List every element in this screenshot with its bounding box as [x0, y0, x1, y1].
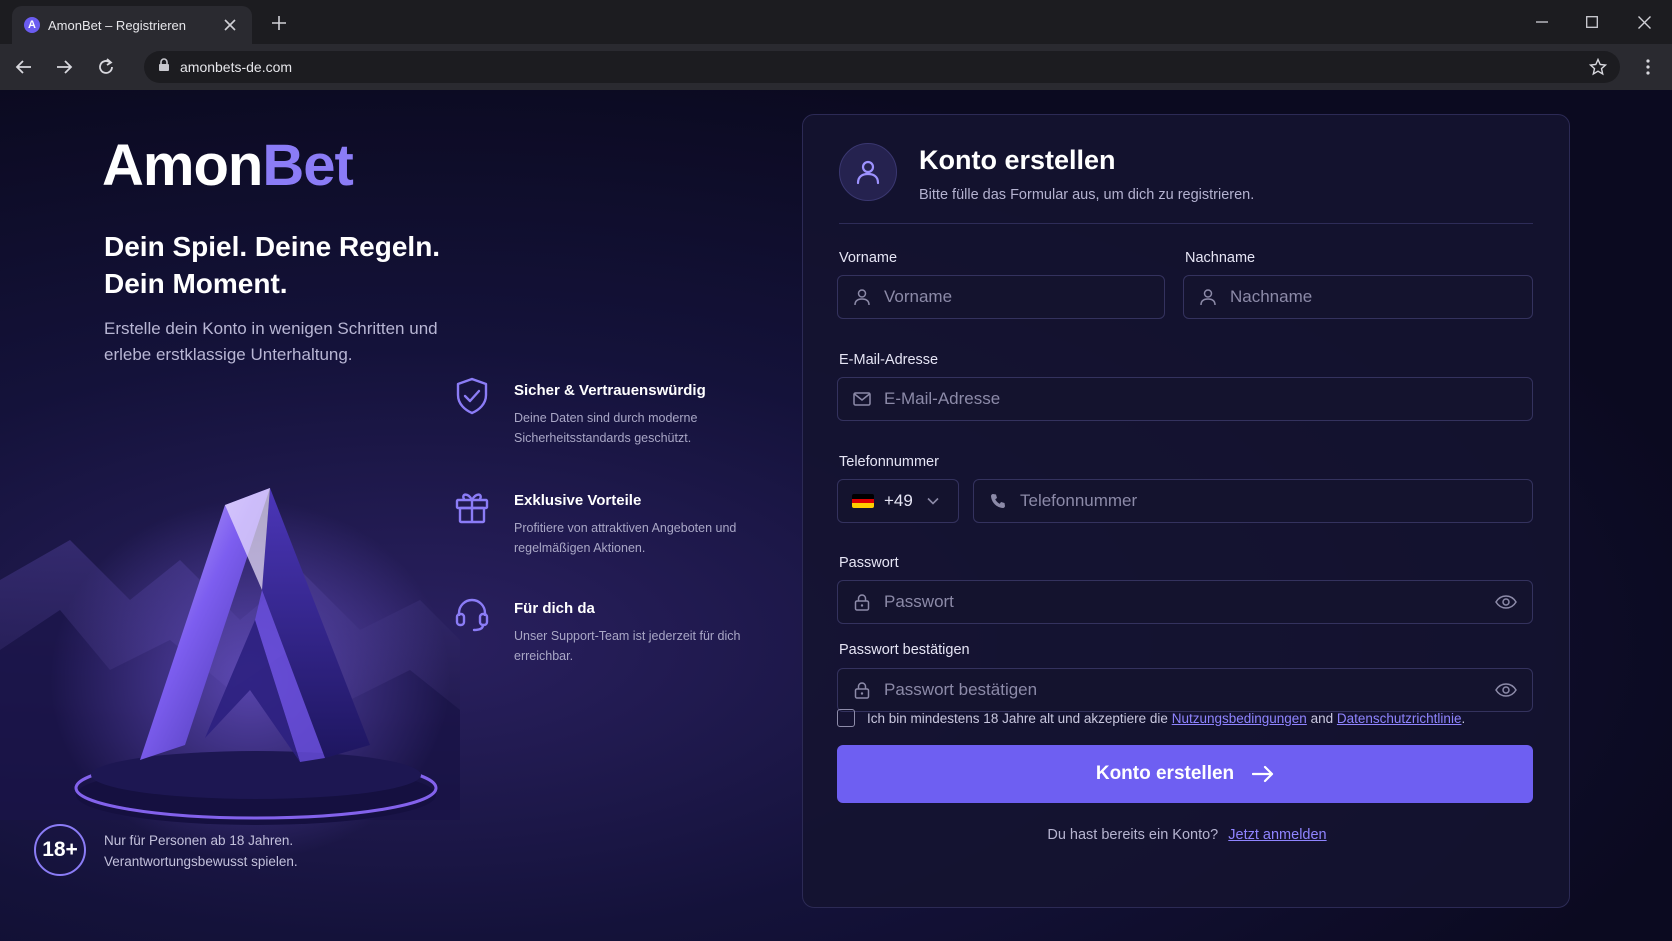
- create-account-button[interactable]: Konto erstellen: [837, 745, 1533, 803]
- terms-text: Ich bin mindestens 18 Jahre alt und akze…: [867, 711, 1465, 726]
- new-tab-icon[interactable]: [268, 12, 290, 34]
- form-title: Konto erstellen: [919, 145, 1116, 175]
- last-name-label: Nachname: [1185, 250, 1256, 266]
- age-note: Nur für Personen ab 18 Jahren. Verantwor…: [104, 830, 298, 872]
- feature-title: Exklusive Vorteile: [514, 492, 642, 509]
- url-text: amonbets-de.com: [180, 59, 293, 75]
- feature-title: Sicher & Vertrauenswürdig: [514, 382, 706, 399]
- phone-input[interactable]: [1020, 480, 1532, 522]
- browser-tab[interactable]: A AmonBet – Registrieren: [12, 6, 252, 44]
- hero-headline-line2: Dein Moment.: [104, 268, 288, 299]
- password-field[interactable]: [837, 580, 1533, 624]
- back-icon[interactable]: [12, 55, 36, 79]
- email-input[interactable]: [884, 378, 1532, 420]
- terms-and: and: [1310, 710, 1334, 726]
- minimize-icon[interactable]: [1530, 10, 1554, 34]
- hero-subline: Erstelle dein Konto in wenigen Schritten…: [104, 319, 438, 364]
- first-name-label: Vorname: [839, 250, 898, 266]
- germany-flag-icon: [852, 494, 874, 508]
- url-bar[interactable]: amonbets-de.com: [144, 51, 1620, 83]
- age-note-line2: Verantwortungsbewusst spielen.: [104, 854, 298, 869]
- last-name-input[interactable]: [1230, 276, 1532, 318]
- brand-logo[interactable]: AmonBet: [102, 132, 354, 199]
- country-code: +49: [884, 491, 913, 510]
- lock-icon: [158, 57, 170, 77]
- show-password-eye-icon[interactable]: [1494, 590, 1518, 614]
- first-name-field[interactable]: [837, 275, 1165, 319]
- terms-of-use-link[interactable]: Nutzungsbedingungen: [1172, 711, 1307, 726]
- phone-label: Telefonnummer: [839, 454, 939, 470]
- phone-field[interactable]: [973, 479, 1533, 523]
- page-content: AmonBet Dein Spiel. Deine Regeln. Dein M…: [0, 90, 1672, 941]
- last-name-field[interactable]: [1183, 275, 1533, 319]
- age-note-line1: Nur für Personen ab 18 Jahren.: [104, 833, 294, 848]
- maximize-icon[interactable]: [1580, 10, 1604, 34]
- create-account-button-label: Konto erstellen: [1095, 763, 1235, 784]
- tab-close-icon[interactable]: [220, 15, 240, 35]
- login-prompt-text: Du hast bereits ein Konto?: [1047, 827, 1219, 843]
- first-name-input[interactable]: [884, 276, 1164, 318]
- feature-desc: Profitiere von attraktiven Angeboten und…: [514, 521, 737, 555]
- hero-headline: Dein Spiel. Deine Regeln. Dein Moment.: [104, 228, 524, 302]
- phone-icon: [988, 491, 1008, 511]
- registration-card: Konto erstellen Bitte fülle das Formular…: [802, 114, 1570, 908]
- age-18-badge: 18+: [34, 824, 86, 876]
- email-label: E-Mail-Adresse: [839, 352, 939, 368]
- gift-icon: [452, 486, 492, 526]
- shield-check-icon: [452, 376, 492, 416]
- form-divider: [839, 223, 1533, 224]
- terms-checkbox[interactable]: [837, 709, 855, 727]
- feature-desc: Unser Support-Team ist jederzeit für dic…: [514, 629, 741, 663]
- reload-icon[interactable]: [94, 55, 118, 79]
- privacy-policy-link[interactable]: Datenschutzrichtlinie: [1337, 711, 1462, 726]
- confirm-password-field[interactable]: [837, 668, 1533, 712]
- window-close-icon[interactable]: [1632, 10, 1656, 34]
- confirm-password-label: Passwort bestätigen: [839, 642, 970, 658]
- feature-desc: Deine Daten sind durch moderne Sicherhei…: [514, 411, 698, 445]
- terms-row: Ich bin mindestens 18 Jahre alt und akze…: [837, 709, 1465, 727]
- terms-prefix: Ich bin mindestens 18 Jahre alt und akze…: [867, 710, 1168, 726]
- forward-icon[interactable]: [52, 55, 76, 79]
- terms-suffix: .: [1461, 710, 1466, 726]
- lock-icon: [852, 592, 872, 612]
- form-subtitle: Bitte fülle das Formular aus, um dich zu…: [919, 187, 1255, 203]
- user-avatar-icon: [839, 143, 897, 201]
- hero-headline-line1: Dein Spiel. Deine Regeln.: [104, 231, 441, 262]
- user-icon: [1198, 287, 1218, 307]
- country-code-select[interactable]: +49: [837, 479, 959, 523]
- user-icon: [852, 287, 872, 307]
- chevron-down-icon: [927, 497, 939, 505]
- arrow-right-icon: [1252, 765, 1274, 783]
- browser-menu-icon[interactable]: [1636, 55, 1660, 79]
- confirm-password-input[interactable]: [884, 669, 1494, 711]
- password-label: Passwort: [839, 555, 899, 571]
- lock-icon: [852, 680, 872, 700]
- logo-part-amon: Amon: [102, 133, 263, 198]
- browser-tab-strip: A AmonBet – Registrieren: [0, 0, 1672, 44]
- hero-logo-illustration: [0, 488, 460, 860]
- favicon-icon: A: [24, 17, 40, 33]
- tab-title: AmonBet – Registrieren: [48, 17, 187, 33]
- logo-part-bet: Bet: [262, 133, 353, 198]
- login-link[interactable]: Jetzt anmelden: [1228, 827, 1326, 843]
- login-prompt: Du hast bereits ein Konto? Jetzt anmelde…: [803, 827, 1571, 843]
- email-field[interactable]: [837, 377, 1533, 421]
- browser-toolbar: amonbets-de.com: [0, 44, 1672, 90]
- show-confirm-password-eye-icon[interactable]: [1494, 678, 1518, 702]
- feature-title: Für dich da: [514, 600, 595, 617]
- bookmark-star-icon[interactable]: [1586, 55, 1610, 79]
- password-input[interactable]: [884, 581, 1494, 623]
- mail-icon: [852, 389, 872, 409]
- headset-icon: [452, 594, 492, 634]
